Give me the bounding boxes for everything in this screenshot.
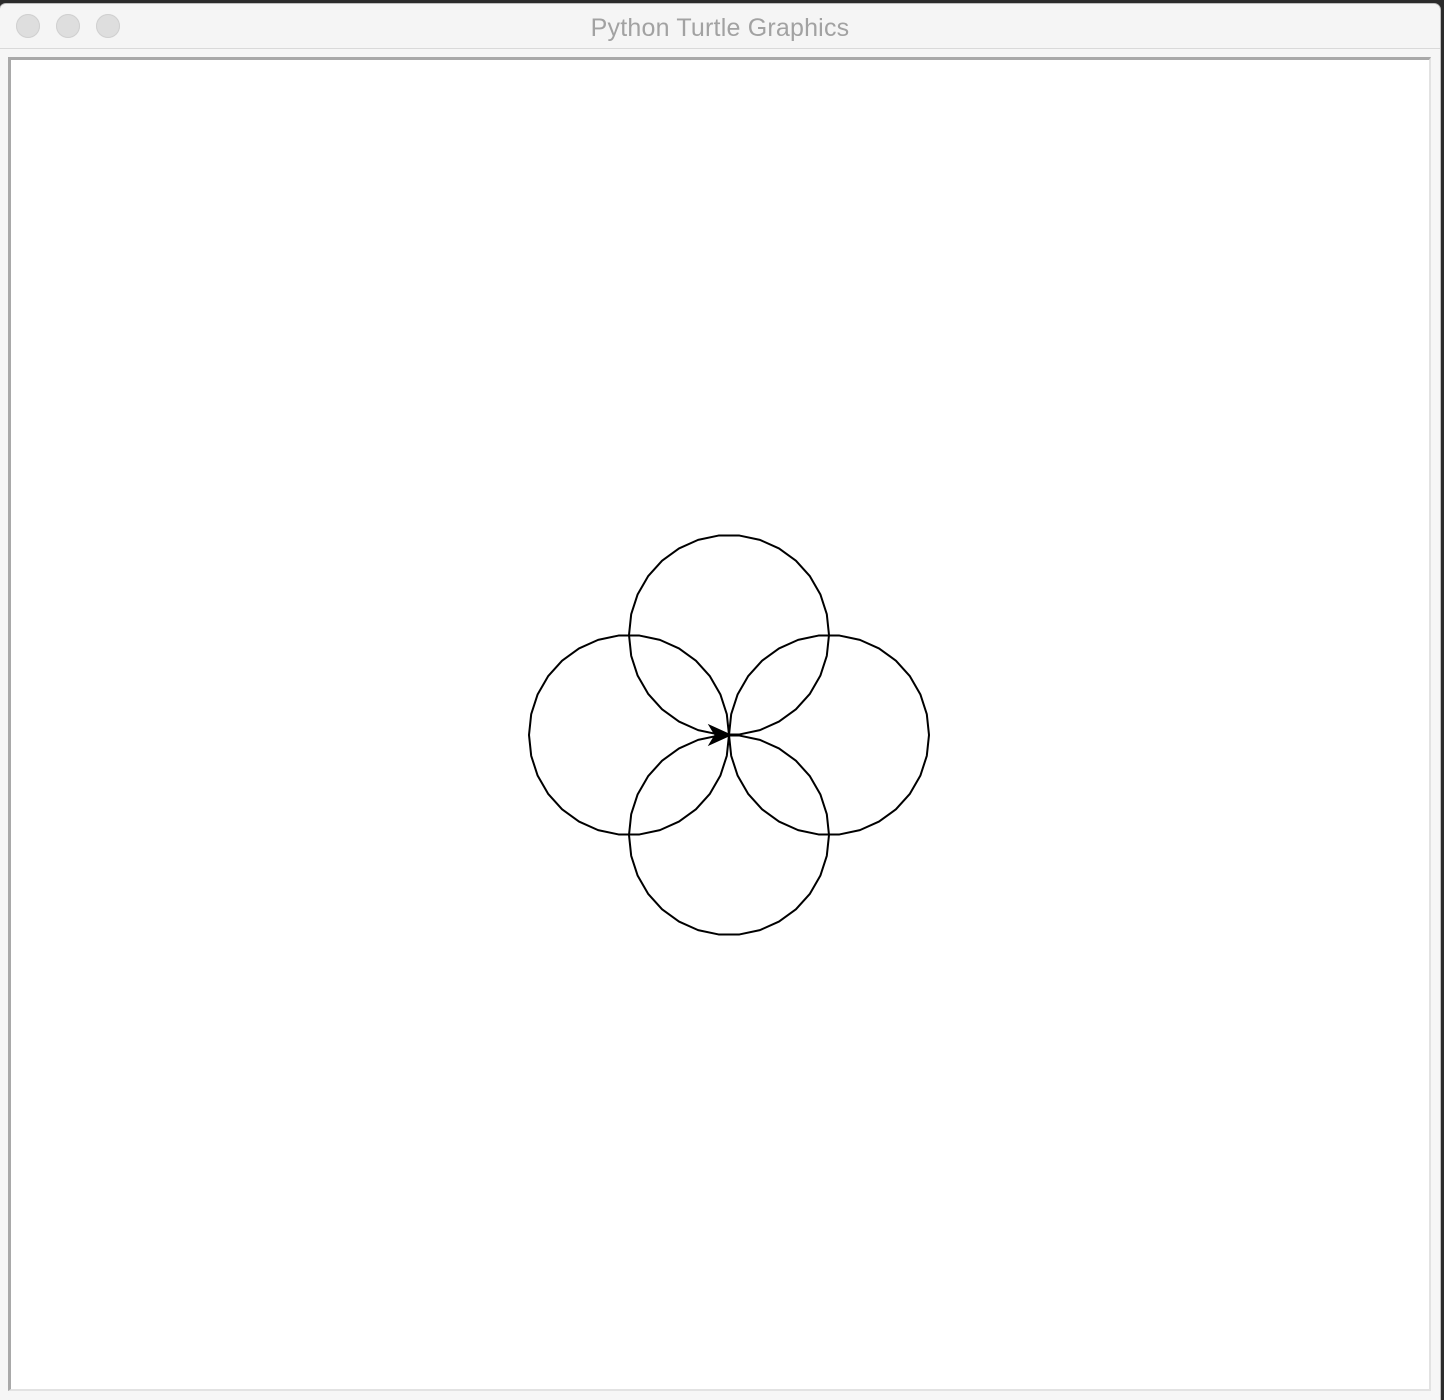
turtle-canvas[interactable] xyxy=(11,60,1429,1389)
circle-top xyxy=(628,534,830,736)
turtle-canvas-frame[interactable] xyxy=(8,57,1431,1391)
circle-bottom xyxy=(628,734,830,936)
circle-right xyxy=(728,634,930,836)
turtle-graphics-window: Python Turtle Graphics xyxy=(0,4,1440,1400)
circle-left xyxy=(528,634,730,836)
title-bar[interactable]: Python Turtle Graphics xyxy=(0,4,1440,49)
window-title: Python Turtle Graphics xyxy=(590,14,850,42)
